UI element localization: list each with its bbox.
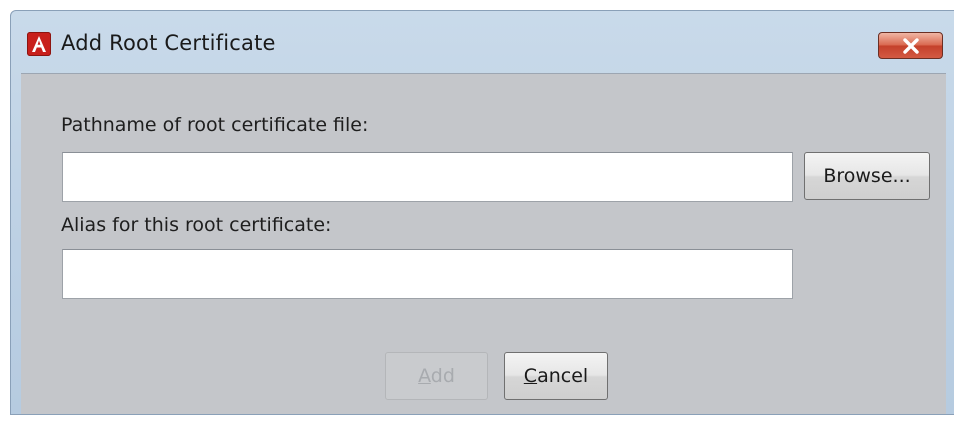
close-icon — [903, 38, 919, 54]
add-button-label: dd — [430, 365, 455, 387]
dialog-body: Pathname of root certificate file: Brows… — [21, 73, 946, 414]
browse-button-label: Browse... — [823, 165, 911, 187]
alias-input[interactable] — [62, 249, 793, 299]
add-root-certificate-dialog: Add Root Certificate Pathname of root ce… — [10, 10, 954, 415]
cancel-button[interactable]: Cancel — [504, 352, 608, 400]
title-bar[interactable]: Add Root Certificate — [11, 11, 954, 73]
dialog-title: Add Root Certificate — [61, 31, 276, 55]
alias-label: Alias for this root certificate: — [61, 214, 332, 236]
add-button[interactable]: Add — [385, 352, 488, 400]
browse-button[interactable]: Browse... — [804, 152, 930, 200]
cancel-button-label: ancel — [537, 365, 589, 387]
path-label: Pathname of root certificate file: — [61, 114, 369, 136]
cancel-button-mnemonic: C — [523, 365, 538, 387]
close-button[interactable] — [878, 32, 943, 59]
path-input[interactable] — [62, 152, 793, 202]
add-button-mnemonic: A — [418, 365, 431, 387]
acrobat-icon — [27, 32, 51, 56]
